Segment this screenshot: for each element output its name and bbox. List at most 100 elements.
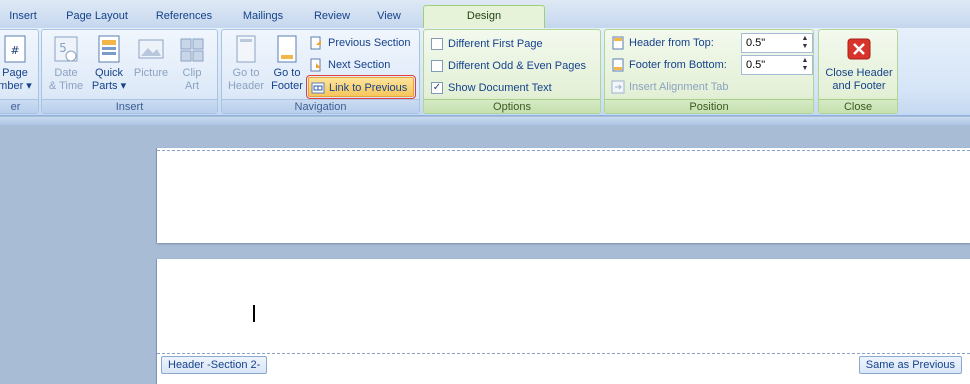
show-document-text-label: Show Document Text	[448, 82, 552, 94]
picture-button[interactable]: Picture	[130, 34, 172, 98]
clip-art-label-1: Clip	[182, 67, 202, 79]
svg-text:5: 5	[59, 41, 67, 55]
date-time-label-2: & Time	[48, 80, 84, 92]
header-from-top-input[interactable]: 0.5" ▲ ▼	[741, 33, 813, 53]
tab-review-label: Review	[313, 10, 351, 22]
page-number-label-1: Page	[2, 67, 28, 79]
group-title-close: Close	[819, 99, 897, 113]
different-first-page-checkbox[interactable]: Different First Page	[428, 35, 543, 53]
svg-text:#: #	[10, 44, 19, 57]
quick-parts-button[interactable]: Quick Parts ▾	[89, 34, 129, 98]
date-time-label-1: Date	[54, 67, 78, 79]
go-to-header-icon	[233, 34, 259, 64]
tab-insert[interactable]: Insert	[0, 6, 46, 28]
ribbon: # Page mber ▾ er 5 Date & Time Quick Par…	[0, 28, 970, 116]
go-to-footer-button[interactable]: Go to Footer	[267, 34, 307, 98]
close-header-footer-label-1: Close Header	[825, 67, 893, 79]
picture-icon	[138, 34, 164, 64]
ribbon-bottom-rule	[0, 117, 970, 125]
footer-from-bottom-row: Footer from Bottom:	[609, 55, 727, 75]
page-number-button[interactable]: # Page mber ▾	[0, 34, 35, 98]
link-to-previous-button[interactable]: Link to Previous	[306, 75, 416, 99]
next-section-button[interactable]: Next Section	[308, 55, 390, 75]
header-section-tag: Header -Section 2-	[161, 356, 268, 374]
different-odd-even-checkbox[interactable]: Different Odd & Even Pages	[428, 57, 586, 75]
previous-page-footer-area[interactable]	[156, 148, 970, 243]
close-header-footer-label-2: and Footer	[832, 80, 886, 92]
alignment-tab-icon	[611, 80, 625, 94]
go-to-footer-icon	[274, 34, 300, 64]
link-to-previous-label: Link to Previous	[329, 82, 408, 94]
header-from-top-row: Header from Top:	[609, 33, 714, 53]
group-header-footer: # Page mber ▾ er	[0, 29, 39, 114]
same-as-previous-tag: Same as Previous	[858, 356, 962, 374]
text-cursor	[253, 305, 255, 322]
page-number-icon: #	[2, 34, 28, 64]
clip-art-button[interactable]: Clip Art	[172, 34, 212, 98]
insert-alignment-tab-button[interactable]: Insert Alignment Tab	[609, 77, 728, 97]
page-number-label-2: mber ▾	[0, 80, 32, 92]
same-as-previous-label: Same as Previous	[865, 359, 955, 371]
group-title-options: Options	[424, 99, 600, 113]
footer-from-bottom-value: 0.5"	[746, 59, 766, 71]
show-document-text-checkbox[interactable]: ✓ Show Document Text	[428, 79, 552, 97]
group-close: Close Header and Footer Close	[818, 29, 898, 114]
go-to-header-button[interactable]: Go to Header	[226, 34, 266, 98]
tab-review[interactable]: Review	[306, 6, 358, 28]
clip-art-label-2: Art	[184, 80, 200, 92]
group-title-position: Position	[605, 99, 813, 113]
insert-alignment-tab-label: Insert Alignment Tab	[629, 81, 729, 93]
go-to-footer-label-2: Footer	[271, 80, 303, 92]
different-odd-even-label: Different Odd & Even Pages	[448, 60, 586, 72]
tab-mailings[interactable]: Mailings	[232, 6, 294, 28]
footer-from-bottom-icon	[612, 58, 626, 72]
show-document-text-box: ✓	[431, 82, 443, 94]
tab-page-layout-label: Page Layout	[66, 10, 128, 22]
current-page-header-area[interactable]: Header -Section 2- Same as Previous	[156, 259, 970, 384]
different-first-page-box	[431, 38, 443, 50]
header-section-tag-label: Header -Section 2-	[168, 359, 261, 371]
tab-references-label: References	[155, 10, 213, 22]
footer-from-bottom-input[interactable]: 0.5" ▲ ▼	[741, 55, 813, 75]
tab-view[interactable]: View	[368, 6, 410, 28]
ribbon-tabs: Insert Page Layout References Mailings R…	[0, 0, 970, 29]
close-header-footer-button[interactable]: Close Header and Footer	[821, 34, 897, 98]
different-first-page-label: Different First Page	[448, 38, 543, 50]
group-position: Header from Top: 0.5" ▲ ▼ Footer from Bot…	[604, 29, 814, 114]
link-icon	[311, 81, 325, 95]
previous-section-icon	[310, 36, 324, 50]
quick-parts-label-1: Quick	[94, 67, 124, 79]
tab-mailings-label: Mailings	[242, 10, 284, 22]
group-title-header-footer: er	[0, 99, 38, 113]
quick-parts-icon	[96, 34, 122, 64]
footer-boundary-line	[157, 150, 970, 151]
previous-section-label: Previous Section	[328, 37, 411, 49]
footer-from-bottom-label: Footer from Bottom:	[629, 59, 727, 71]
calendar-icon: 5	[53, 34, 79, 64]
tab-page-layout[interactable]: Page Layout	[58, 6, 136, 28]
header-from-top-icon	[612, 36, 626, 50]
different-odd-even-box	[431, 60, 443, 72]
go-to-header-label-1: Go to	[232, 67, 260, 79]
clip-art-icon	[179, 34, 205, 64]
tab-design[interactable]: Design	[423, 5, 545, 29]
next-section-icon	[310, 58, 324, 72]
footer-from-bottom-spinner[interactable]: ▲ ▼	[800, 57, 810, 73]
group-title-insert: Insert	[42, 99, 217, 113]
date-time-button[interactable]: 5 Date & Time	[46, 34, 86, 98]
header-from-top-spinner[interactable]: ▲ ▼	[800, 35, 810, 51]
close-icon	[846, 34, 872, 64]
group-options: Different First Page Different Odd & Eve…	[423, 29, 601, 114]
go-to-header-label-2: Header	[227, 80, 265, 92]
picture-label: Picture	[133, 67, 169, 79]
tab-references[interactable]: References	[148, 6, 220, 28]
previous-section-button[interactable]: Previous Section	[308, 33, 411, 53]
header-from-top-label: Header from Top:	[629, 37, 714, 49]
go-to-footer-label-1: Go to	[273, 67, 301, 79]
next-section-label: Next Section	[328, 59, 391, 71]
tab-insert-label: Insert	[9, 10, 37, 22]
group-navigation: Go to Header Go to Footer Previous Secti…	[221, 29, 420, 114]
header-from-top-value: 0.5"	[746, 37, 766, 49]
header-boundary-line	[157, 353, 970, 354]
group-insert: 5 Date & Time Quick Parts ▾ Picture Clip…	[41, 29, 218, 114]
